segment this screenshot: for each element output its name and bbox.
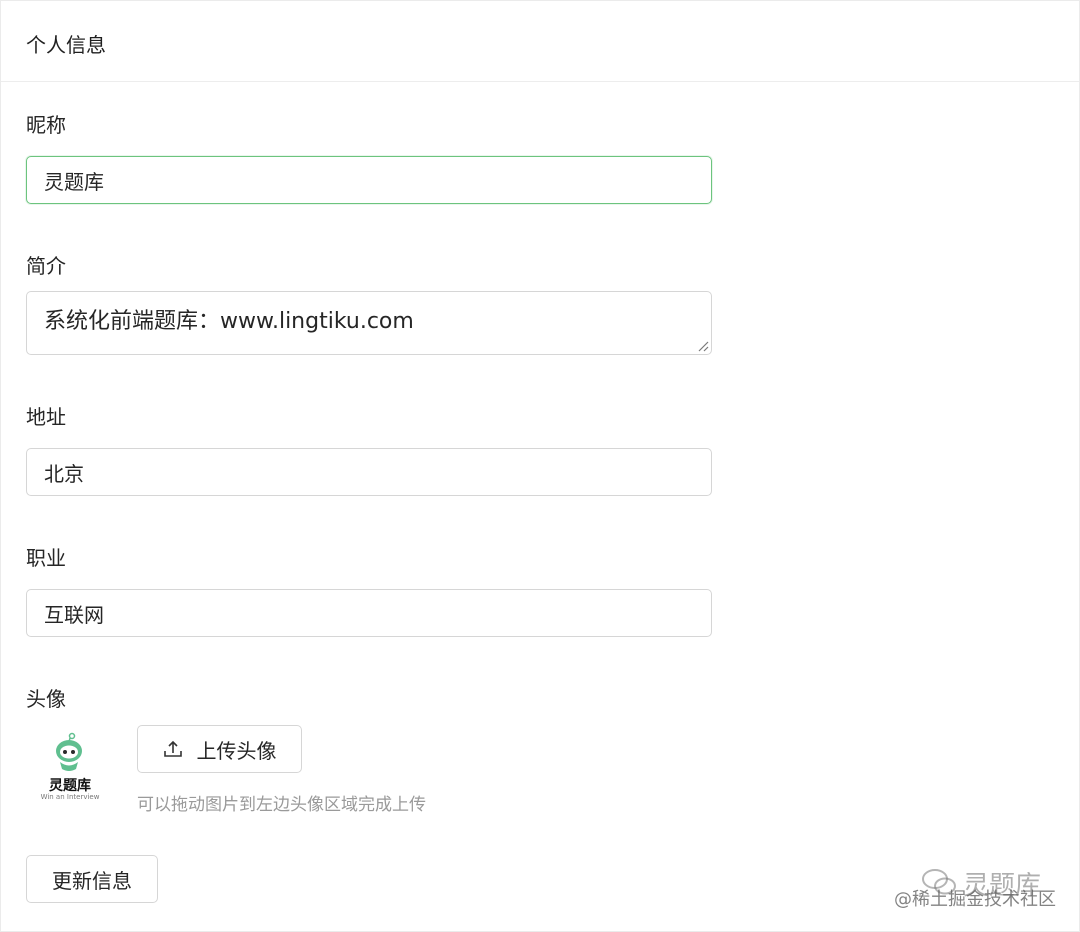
upload-icon bbox=[163, 740, 182, 757]
upload-avatar-label: 上传头像 bbox=[196, 738, 277, 763]
avatar-logo-subtext: Win an Interview bbox=[40, 793, 100, 801]
update-info-button[interactable]: 更新信息 bbox=[26, 855, 158, 903]
profile-card: 个人信息 昵称 简介 系统化前端题库：www.lingtiku.com 地址 职… bbox=[0, 0, 1080, 932]
avatar-label: 头像 bbox=[26, 687, 66, 711]
resize-handle-icon[interactable] bbox=[697, 340, 709, 352]
card-header: 个人信息 bbox=[1, 1, 1079, 82]
address-input[interactable] bbox=[26, 448, 712, 496]
job-input[interactable] bbox=[26, 589, 712, 637]
upload-hint: 可以拖动图片到左边头像区域完成上传 bbox=[137, 795, 426, 815]
job-label: 职业 bbox=[26, 546, 66, 570]
bio-label: 简介 bbox=[26, 254, 66, 278]
nickname-input[interactable] bbox=[26, 156, 712, 204]
watermark-credit: @稀土掘金技术社区 bbox=[894, 889, 1056, 910]
nickname-label: 昵称 bbox=[26, 113, 66, 137]
avatar-logo-text: 灵题库 bbox=[49, 778, 91, 794]
card-title: 个人信息 bbox=[26, 33, 106, 57]
address-label: 地址 bbox=[26, 405, 66, 429]
upload-avatar-button[interactable]: 上传头像 bbox=[137, 725, 302, 773]
bio-textarea[interactable]: 系统化前端题库：www.lingtiku.com bbox=[26, 291, 712, 355]
